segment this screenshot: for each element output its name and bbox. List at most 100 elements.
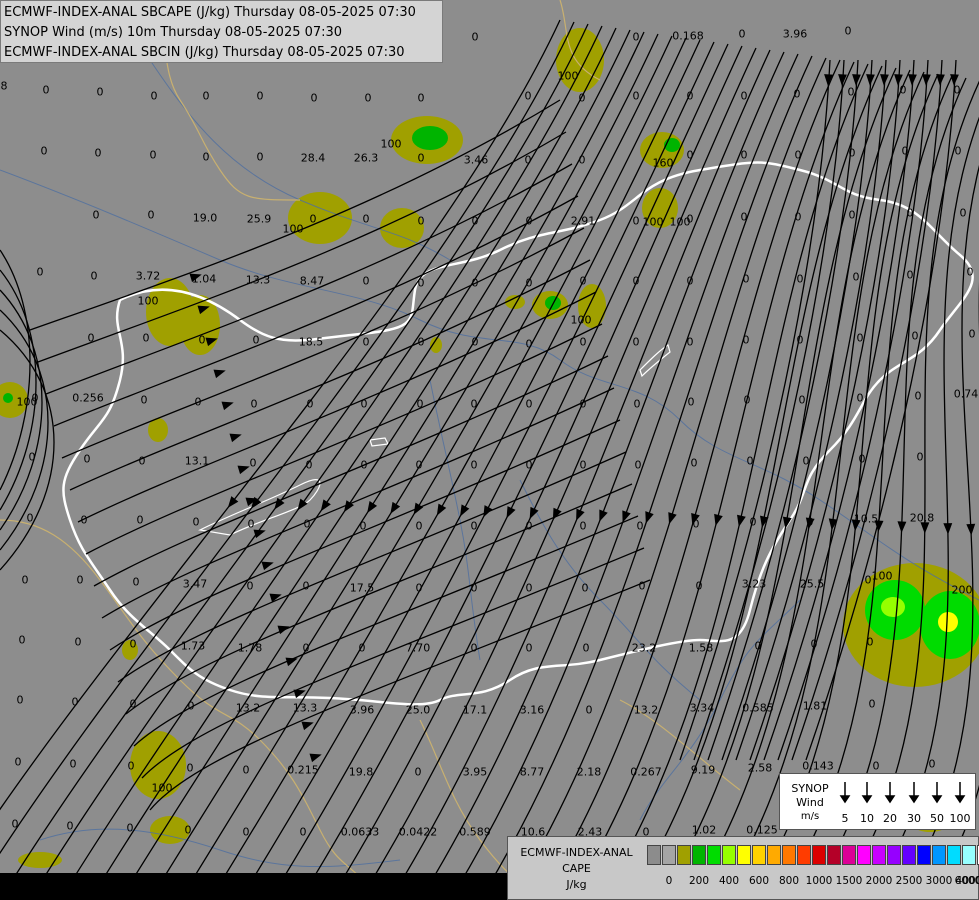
cape-tick-label: 1500 xyxy=(835,875,863,887)
wind-arrow xyxy=(852,74,861,86)
cin-value-label: 13.2 xyxy=(235,701,261,715)
cape-tick-label: 2500 xyxy=(895,875,923,887)
cin-value-label: 3.47 xyxy=(182,577,208,591)
cin-value-label: 0 xyxy=(906,268,914,282)
wind-arrow xyxy=(297,498,308,511)
wind-arrow xyxy=(966,523,976,536)
cin-value-label: 0 xyxy=(856,391,864,405)
cin-value-label: 0 xyxy=(417,151,425,165)
cin-value-label: 1.73 xyxy=(180,639,206,653)
cin-value-label: 0 xyxy=(579,458,587,472)
cin-value-label: 0 xyxy=(746,454,754,468)
cape-area xyxy=(412,126,448,150)
cin-value-label: 0 xyxy=(581,581,589,595)
cin-value-label: 100 xyxy=(871,569,893,583)
cin-value-label: 0 xyxy=(415,519,423,533)
cin-value-label: 0 xyxy=(914,389,922,403)
cin-value-label: 0 xyxy=(471,214,479,228)
cin-value-label: 0 xyxy=(754,639,762,653)
cin-value-label: 0 xyxy=(26,511,34,525)
cin-value-label: 0 xyxy=(362,335,370,349)
cape-scale-ticks: 0200400600800100015002000250030004000600… xyxy=(647,875,979,889)
cape-color-swatch xyxy=(962,845,976,865)
cin-value-label: 0 xyxy=(149,148,157,162)
cin-value-label: 0 xyxy=(686,274,694,288)
wind-arrow xyxy=(737,514,746,527)
cin-value-label: 0 xyxy=(579,335,587,349)
cin-value-label: 0 xyxy=(94,146,102,160)
cin-value-label: 0 xyxy=(186,761,194,775)
cin-value-label: 0 xyxy=(16,693,24,707)
cape-area xyxy=(3,393,13,403)
cape-color-swatch xyxy=(917,845,931,865)
cape-color-swatch xyxy=(872,845,886,865)
cin-value-label: 3.95 xyxy=(462,765,488,779)
cin-value-label: 0 xyxy=(847,85,855,99)
cin-value-label: 0 xyxy=(364,91,372,105)
cin-value-label: 0 xyxy=(806,515,814,529)
cape-color-swatch xyxy=(797,845,811,865)
cape-area xyxy=(881,597,905,617)
cin-value-label: 0 xyxy=(866,635,874,649)
cin-value-label: 0 xyxy=(794,148,802,162)
cin-value-label: 3.23 xyxy=(741,577,767,591)
cape-color-swatch xyxy=(782,845,796,865)
cape-legend: ECMWF-INDEX-ANAL CAPE J/kg 0 200 400 600 800… xyxy=(507,836,979,900)
cape-color-swatch xyxy=(887,845,901,865)
cape-color-swatch xyxy=(722,845,736,865)
cape-tick-label: 400 xyxy=(718,875,740,887)
cin-value-label: 3.46 xyxy=(463,153,489,167)
cin-value-label: 0 xyxy=(966,265,974,279)
cin-value-label: 3.16 xyxy=(519,703,545,717)
wind-arrow xyxy=(897,521,907,533)
cin-value-label: 100 xyxy=(282,222,304,236)
cin-value-label: 100 xyxy=(669,215,691,229)
cin-value-label: 8.77 xyxy=(519,765,545,779)
wind-arrow xyxy=(506,506,516,519)
cin-value-label: 0 xyxy=(71,695,79,709)
cin-value-label: 0 xyxy=(74,635,82,649)
cin-value-label: 100 xyxy=(151,781,173,795)
cin-value-label: 0 xyxy=(470,397,478,411)
cin-value-label: 0 xyxy=(525,458,533,472)
cin-value-label: 17.5 xyxy=(349,581,375,595)
cin-value-label: 0 xyxy=(852,270,860,284)
wind-arrow xyxy=(390,501,401,514)
wind-speed-5: 5 xyxy=(841,812,849,825)
cin-value-label: 1.58 xyxy=(688,641,714,655)
wind-speed-50: 50 xyxy=(930,812,944,825)
cape-color-swatch xyxy=(737,845,751,865)
map-canvas[interactable]: 0000000.16803.96080000000000000000000000… xyxy=(0,0,979,900)
cape-tick-label: 200 xyxy=(688,875,710,887)
cape-color-swatch xyxy=(932,845,946,865)
cin-value-label: 0 xyxy=(578,91,586,105)
cin-value-label: 0.215 xyxy=(287,763,319,777)
cin-value-label: 20.8 xyxy=(909,511,935,525)
cin-value-label: 2.18 xyxy=(576,765,602,779)
cape-color-swatch xyxy=(947,845,961,865)
bottom-strip xyxy=(0,873,507,900)
cin-value-label: 0 xyxy=(362,274,370,288)
wind-speed-20: 20 xyxy=(883,812,897,825)
cin-value-label: 0 xyxy=(299,825,307,839)
cin-value-label: 200 xyxy=(951,583,973,597)
cape-color-scale xyxy=(647,845,979,865)
cin-value-label: 0 xyxy=(417,214,425,228)
cin-value-label: 0 xyxy=(96,85,104,99)
cin-value-label: 0 xyxy=(686,335,694,349)
cin-value-label: 0 xyxy=(578,153,586,167)
cin-value-label: 1.04 xyxy=(191,272,217,286)
cape-color-swatch xyxy=(677,845,691,865)
cin-value-label: 28.4 xyxy=(300,151,326,165)
cin-value-label: 0 xyxy=(743,393,751,407)
wind-arrow xyxy=(668,512,677,525)
cin-value-label: 0 xyxy=(127,759,135,773)
cape-color-swatch xyxy=(692,845,706,865)
cin-value-label: 0 xyxy=(872,759,880,773)
wind-arrow xyxy=(576,508,585,521)
cin-value-label: 0 xyxy=(582,641,590,655)
cin-value-label: 0 xyxy=(632,335,640,349)
wind-legend: SYNOP Wind m/s 5 10 20 30 50 100 xyxy=(779,773,976,830)
cin-value-label: 0 xyxy=(140,393,148,407)
cin-value-label: 0 xyxy=(953,83,961,97)
